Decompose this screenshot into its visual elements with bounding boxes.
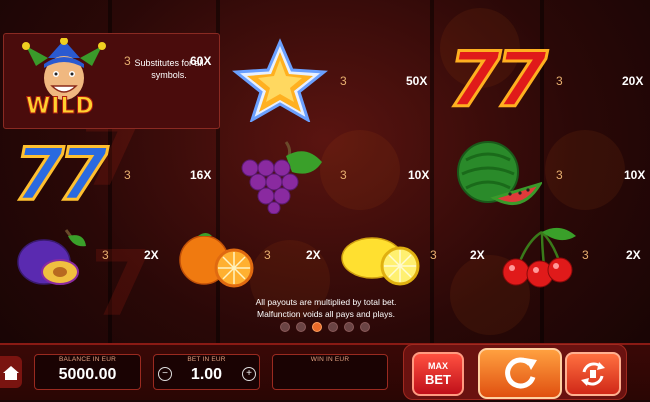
symbol-multiplier: 10X bbox=[624, 168, 646, 182]
bet-decrease-button[interactable]: − bbox=[158, 367, 172, 381]
paytable-entry-cherry: 3 2X bbox=[498, 226, 641, 288]
symbol-multiplier: 2X bbox=[306, 248, 321, 262]
symbol-count: 3 bbox=[556, 74, 563, 88]
balance-label: BALANCE IN EUR bbox=[59, 356, 116, 363]
max-bet-button[interactable]: MAX BET bbox=[412, 352, 464, 396]
home-button[interactable] bbox=[0, 356, 22, 388]
symbol-count: 3 bbox=[582, 248, 589, 262]
symbol-count: 3 bbox=[556, 168, 563, 182]
watermelon-icon bbox=[457, 141, 542, 206]
symbol-multiplier: 2X bbox=[470, 248, 485, 262]
spin-button[interactable] bbox=[478, 348, 562, 399]
symbol-multiplier: 2X bbox=[144, 248, 159, 262]
plum-icon bbox=[17, 229, 86, 285]
payout-footnote: All payouts are multiplied by total bet.… bbox=[220, 296, 432, 320]
balance-field: BALANCE IN EUR 5000.00 bbox=[34, 354, 141, 390]
symbol-count: 3 bbox=[340, 168, 347, 182]
home-icon bbox=[3, 366, 19, 380]
footnote-line: All payouts are multiplied by total bet. bbox=[255, 297, 397, 307]
paytable-entry-plum: 3 2X bbox=[14, 228, 159, 290]
paytable-entry-lemon: 3 2X bbox=[340, 230, 485, 288]
symbol-count: 3 bbox=[340, 74, 347, 88]
symbol-multiplier: 2X bbox=[626, 248, 641, 262]
symbol-count: 3 bbox=[264, 248, 271, 262]
max-bet-label-bottom: BET bbox=[425, 372, 451, 387]
bet-increase-button[interactable]: + bbox=[242, 367, 256, 381]
paytable-entry-star: 3 50X bbox=[230, 38, 427, 122]
wild-description: Substitutes for all symbols. bbox=[134, 58, 204, 80]
red-seven-icon: 77 bbox=[447, 35, 550, 124]
grapes-icon bbox=[241, 141, 322, 214]
lemon-icon bbox=[341, 237, 420, 286]
paytable-entry-wild: WILD 3 60X bbox=[14, 38, 211, 122]
orange-icon bbox=[179, 233, 254, 288]
page-dot[interactable] bbox=[312, 322, 322, 332]
cherry-icon bbox=[502, 227, 576, 288]
symbol-multiplier: 10X bbox=[408, 168, 430, 182]
symbol-count: 3 bbox=[124, 168, 131, 182]
autoplay-icon bbox=[581, 362, 605, 386]
paytable-entry-orange: 3 2X bbox=[178, 228, 321, 290]
paytable-entry-red-seven: 77 3 20X bbox=[447, 35, 644, 124]
blue-seven-icon: 77 bbox=[13, 132, 110, 216]
page-dot[interactable] bbox=[328, 322, 338, 332]
page-dot[interactable] bbox=[344, 322, 354, 332]
footnote-line: Malfunction voids all pays and plays. bbox=[257, 309, 395, 319]
bet-label: BET IN EUR bbox=[187, 356, 226, 363]
symbol-count: 3 bbox=[430, 248, 437, 262]
paytable: WILD 3 60X Substitutes for all symbols. … bbox=[0, 0, 650, 345]
autoplay-button[interactable] bbox=[565, 352, 621, 396]
symbol-multiplier: 50X bbox=[406, 74, 428, 88]
symbol-multiplier: 16X bbox=[190, 168, 212, 182]
symbol-count: 3 bbox=[102, 248, 109, 262]
paytable-entry-grapes: 3 10X bbox=[236, 138, 429, 214]
page-dot[interactable] bbox=[360, 322, 370, 332]
win-field: WIN IN EUR bbox=[272, 354, 388, 390]
symbol-multiplier: 20X bbox=[622, 74, 644, 88]
win-label: WIN IN EUR bbox=[310, 356, 350, 363]
star-icon bbox=[232, 38, 328, 122]
paytable-entry-watermelon: 3 10X bbox=[452, 138, 645, 212]
page-dot[interactable] bbox=[296, 322, 306, 332]
spin-icon bbox=[505, 357, 537, 389]
wild-logo-text: WILD bbox=[26, 94, 95, 120]
page-dot[interactable] bbox=[280, 322, 290, 332]
balance-value: 5000.00 bbox=[58, 366, 117, 383]
paytable-pagination bbox=[280, 322, 370, 332]
paytable-entry-blue-seven: 77 3 16X bbox=[13, 132, 212, 216]
